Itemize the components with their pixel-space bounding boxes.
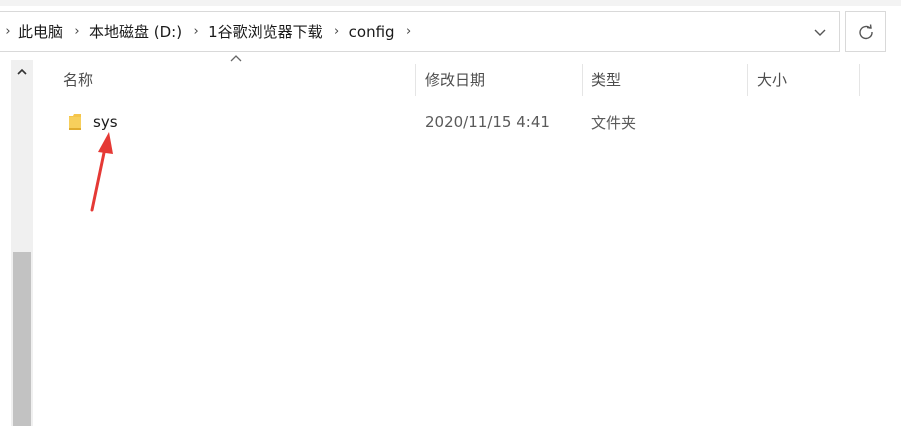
column-header-size-label: 大小 [757,70,788,89]
refresh-icon [858,23,873,39]
breadcrumb-item-drive-d[interactable]: 本地磁盘 (D:) [85,21,188,42]
folder-icon [69,114,81,130]
address-dropdown-button[interactable] [800,12,839,51]
column-header-type[interactable]: 类型 [591,60,621,98]
sort-ascending-icon [230,55,242,62]
window-top-strip [0,0,901,6]
breadcrumb-item-this-pc[interactable]: 此电脑 [16,21,69,42]
file-row[interactable]: sys 2020/11/15 4:41 文件夹 [33,104,863,140]
vertical-scrollbar[interactable] [11,60,33,426]
column-header-size[interactable]: 大小 [757,60,787,98]
column-header-date[interactable]: 修改日期 [425,60,485,98]
chevron-right-icon[interactable]: › [329,24,345,39]
column-divider[interactable] [582,64,583,96]
chevron-down-icon [814,29,825,36]
address-bar[interactable]: › 此电脑 › 本地磁盘 (D:) › 1谷歌浏览器下载 › config › [0,11,840,52]
chevron-right-icon[interactable]: › [0,24,16,39]
chevron-up-icon [17,68,27,75]
column-header-date-label: 修改日期 [425,70,486,89]
scroll-up-button[interactable] [11,60,33,82]
column-header-name-label: 名称 [63,70,94,89]
chevron-right-icon[interactable]: › [69,24,85,39]
column-header-name[interactable]: 名称 [63,60,93,98]
chevron-right-icon[interactable]: › [401,24,417,39]
refresh-button[interactable] [845,11,886,52]
column-header-row: 名称 修改日期 类型 大小 [33,55,863,98]
file-date: 2020/11/15 4:41 [425,113,550,131]
column-header-type-label: 类型 [591,70,622,89]
column-divider[interactable] [859,64,860,96]
red-arrow-annotation [90,132,113,212]
column-divider[interactable] [415,64,416,96]
breadcrumb-item-download-folder[interactable]: 1谷歌浏览器下载 [204,21,329,42]
file-type: 文件夹 [591,113,637,132]
column-divider[interactable] [747,64,748,96]
breadcrumb-item-config[interactable]: config [345,23,401,41]
breadcrumb: › 此电脑 › 本地磁盘 (D:) › 1谷歌浏览器下载 › config › [0,12,417,51]
scroll-thumb[interactable] [13,252,31,426]
chevron-right-icon[interactable]: › [188,24,204,39]
